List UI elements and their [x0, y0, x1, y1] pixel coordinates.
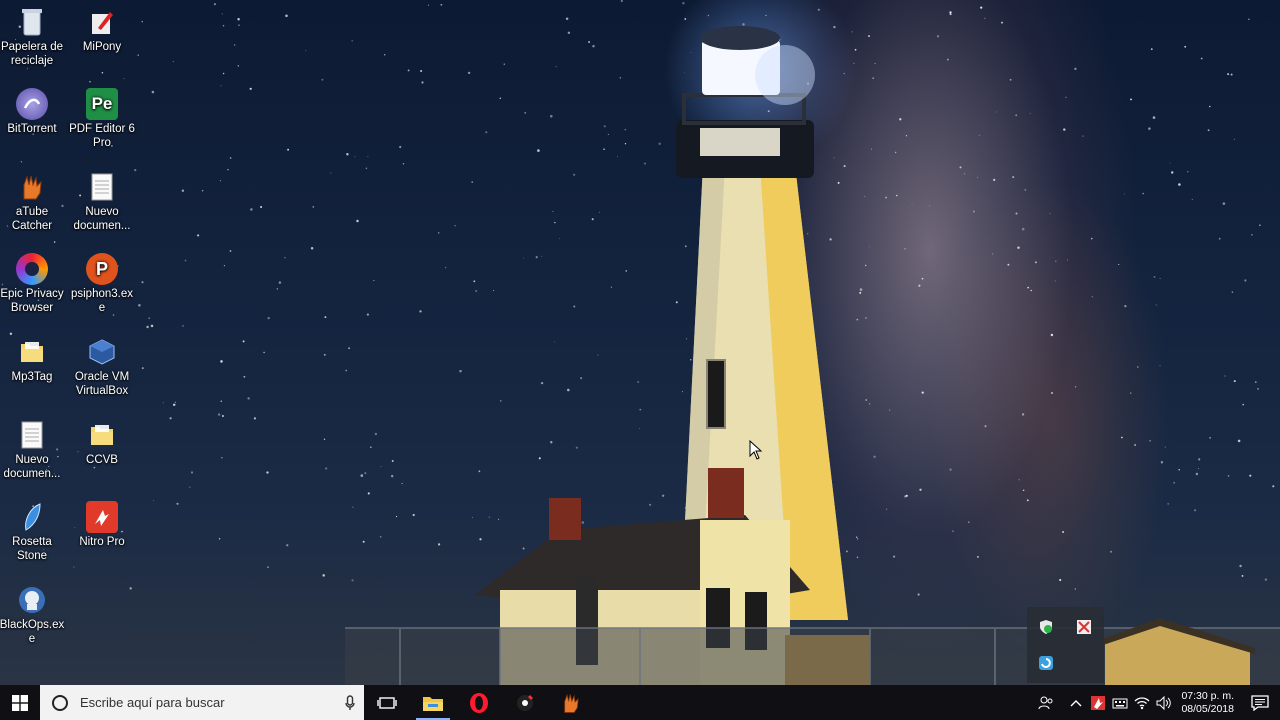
rosetta-stone-icon: [16, 501, 48, 533]
file-explorer-icon: [423, 696, 443, 711]
desktop-icon-pdf-editor[interactable]: Pe PDF Editor 6 Pro: [69, 88, 135, 150]
desktop-icon-bittorrent[interactable]: BitTorrent: [0, 88, 65, 136]
sync-tray-icon[interactable]: [1036, 653, 1056, 673]
file-explorer-button[interactable]: [410, 685, 456, 720]
defender-shield-icon[interactable]: [1036, 617, 1056, 637]
nitro-tray-icon[interactable]: [1087, 685, 1109, 720]
desktop-icon-nitro-pro[interactable]: Nitro Pro: [69, 501, 135, 549]
desktop-icon-mp3tag[interactable]: Mp3Tag: [0, 336, 65, 384]
clock-date: 08/05/2018: [1181, 702, 1234, 715]
lighthouse-scene: [1, 0, 1280, 685]
taskbar-search-box[interactable]: Escribe aquí para buscar: [40, 685, 364, 720]
atube-catcher-icon: [16, 171, 48, 203]
desktop-icon-epic-browser[interactable]: Epic Privacy Browser: [0, 253, 65, 315]
desktop-icon-new-document-1[interactable]: Nuevo documen...: [69, 171, 135, 233]
text-document-icon: [86, 171, 118, 203]
desktop-icon-recycle-bin[interactable]: Papelera de reciclaje: [0, 6, 65, 68]
bittorrent-icon: [16, 88, 48, 120]
folder-icon: [16, 336, 48, 368]
task-view-icon: [377, 696, 397, 709]
desktop-icon-new-document-2[interactable]: Nuevo documen...: [0, 419, 65, 481]
wifi-icon[interactable]: [1131, 685, 1153, 720]
chevron-up-icon[interactable]: [1065, 685, 1087, 720]
search-placeholder: Escribe aquí para buscar: [80, 695, 225, 710]
clock-time: 07:30 p. m.: [1181, 689, 1234, 702]
atube-catcher-taskbar-button[interactable]: [548, 685, 594, 720]
notification-icon: [1251, 694, 1269, 711]
desktop-icon-psiphon[interactable]: P psiphon3.exe: [69, 253, 135, 315]
desktop-icon-mipony[interactable]: MiPony: [69, 6, 135, 54]
atube-catcher-icon: [564, 693, 579, 713]
desktop-wallpaper: [0, 0, 1280, 685]
task-view-button[interactable]: [364, 685, 410, 720]
windows-logo-icon: [12, 694, 28, 711]
nitro-tray-icon[interactable]: [1074, 617, 1094, 637]
opera-icon: [470, 692, 488, 713]
keyboard-language-icon[interactable]: [1109, 685, 1131, 720]
people-icon[interactable]: [1035, 685, 1057, 720]
microphone-icon[interactable]: [336, 685, 364, 720]
folder-icon: [86, 419, 118, 451]
tray-overflow-panel: [1027, 607, 1104, 683]
recycle-bin-icon: [16, 6, 48, 38]
start-button[interactable]: [0, 685, 40, 720]
desktop-icon-virtualbox[interactable]: Oracle VM VirtualBox: [69, 336, 135, 398]
epic-browser-icon: [16, 253, 48, 285]
virtualbox-icon: [86, 336, 118, 368]
volume-icon[interactable]: [1153, 685, 1175, 720]
system-clock[interactable]: 07:30 p. m. 08/05/2018: [1175, 690, 1240, 716]
opera-button[interactable]: [456, 685, 502, 720]
mipony-icon: [86, 6, 118, 38]
desktop-icon-atube-catcher[interactable]: aTube Catcher: [0, 171, 65, 233]
desktop-icon-ccvb[interactable]: CCVB: [69, 419, 135, 467]
blackops-icon: [16, 584, 48, 616]
system-tray: 07:30 p. m. 08/05/2018: [1035, 685, 1280, 720]
taskbar: Escribe aquí para buscar 07:30 p. m. 08/…: [0, 685, 1280, 720]
nitro-pro-icon: [86, 501, 118, 533]
action-center-button[interactable]: [1240, 685, 1280, 720]
desktop-icon-blackops[interactable]: BlackOps.exe: [0, 584, 65, 646]
psiphon-icon: P: [86, 253, 118, 285]
text-document-icon: [16, 419, 48, 451]
cortana-icon: [52, 694, 68, 711]
mouse-cursor-icon: [749, 439, 763, 465]
media-app-button[interactable]: [502, 685, 548, 720]
pdf-editor-icon: Pe: [86, 88, 118, 120]
desktop-icon-rosetta-stone[interactable]: Rosetta Stone: [0, 501, 65, 563]
media-app-icon: [517, 694, 534, 711]
